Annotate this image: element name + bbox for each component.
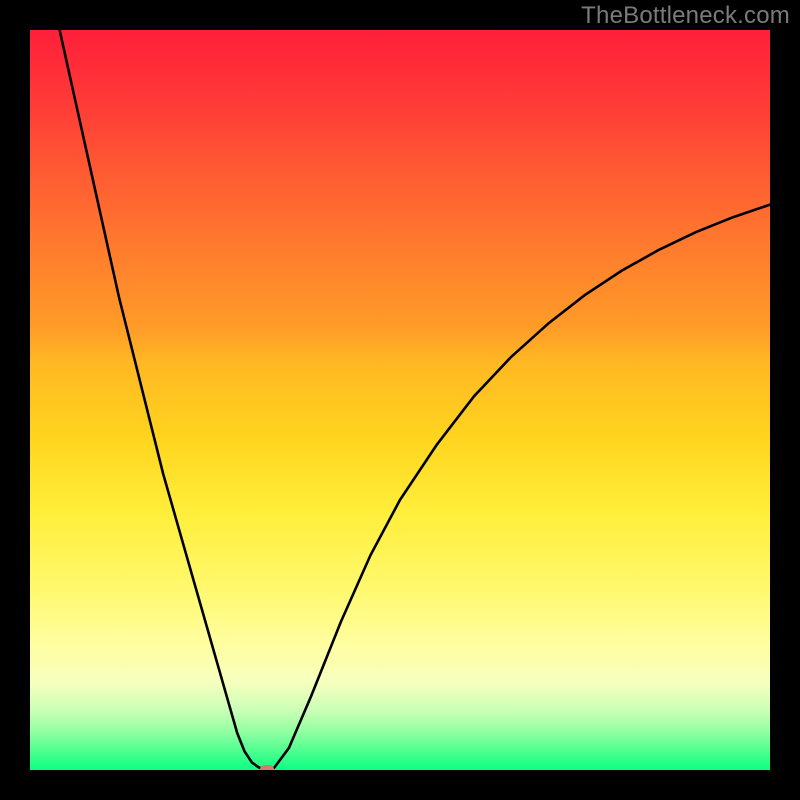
optimal-point-marker: [260, 765, 274, 770]
chart-frame: TheBottleneck.com: [0, 0, 800, 800]
plot-area: [30, 30, 770, 770]
curve-svg: [30, 30, 770, 770]
watermark-text: TheBottleneck.com: [581, 2, 790, 30]
bottleneck-curve: [60, 30, 770, 770]
